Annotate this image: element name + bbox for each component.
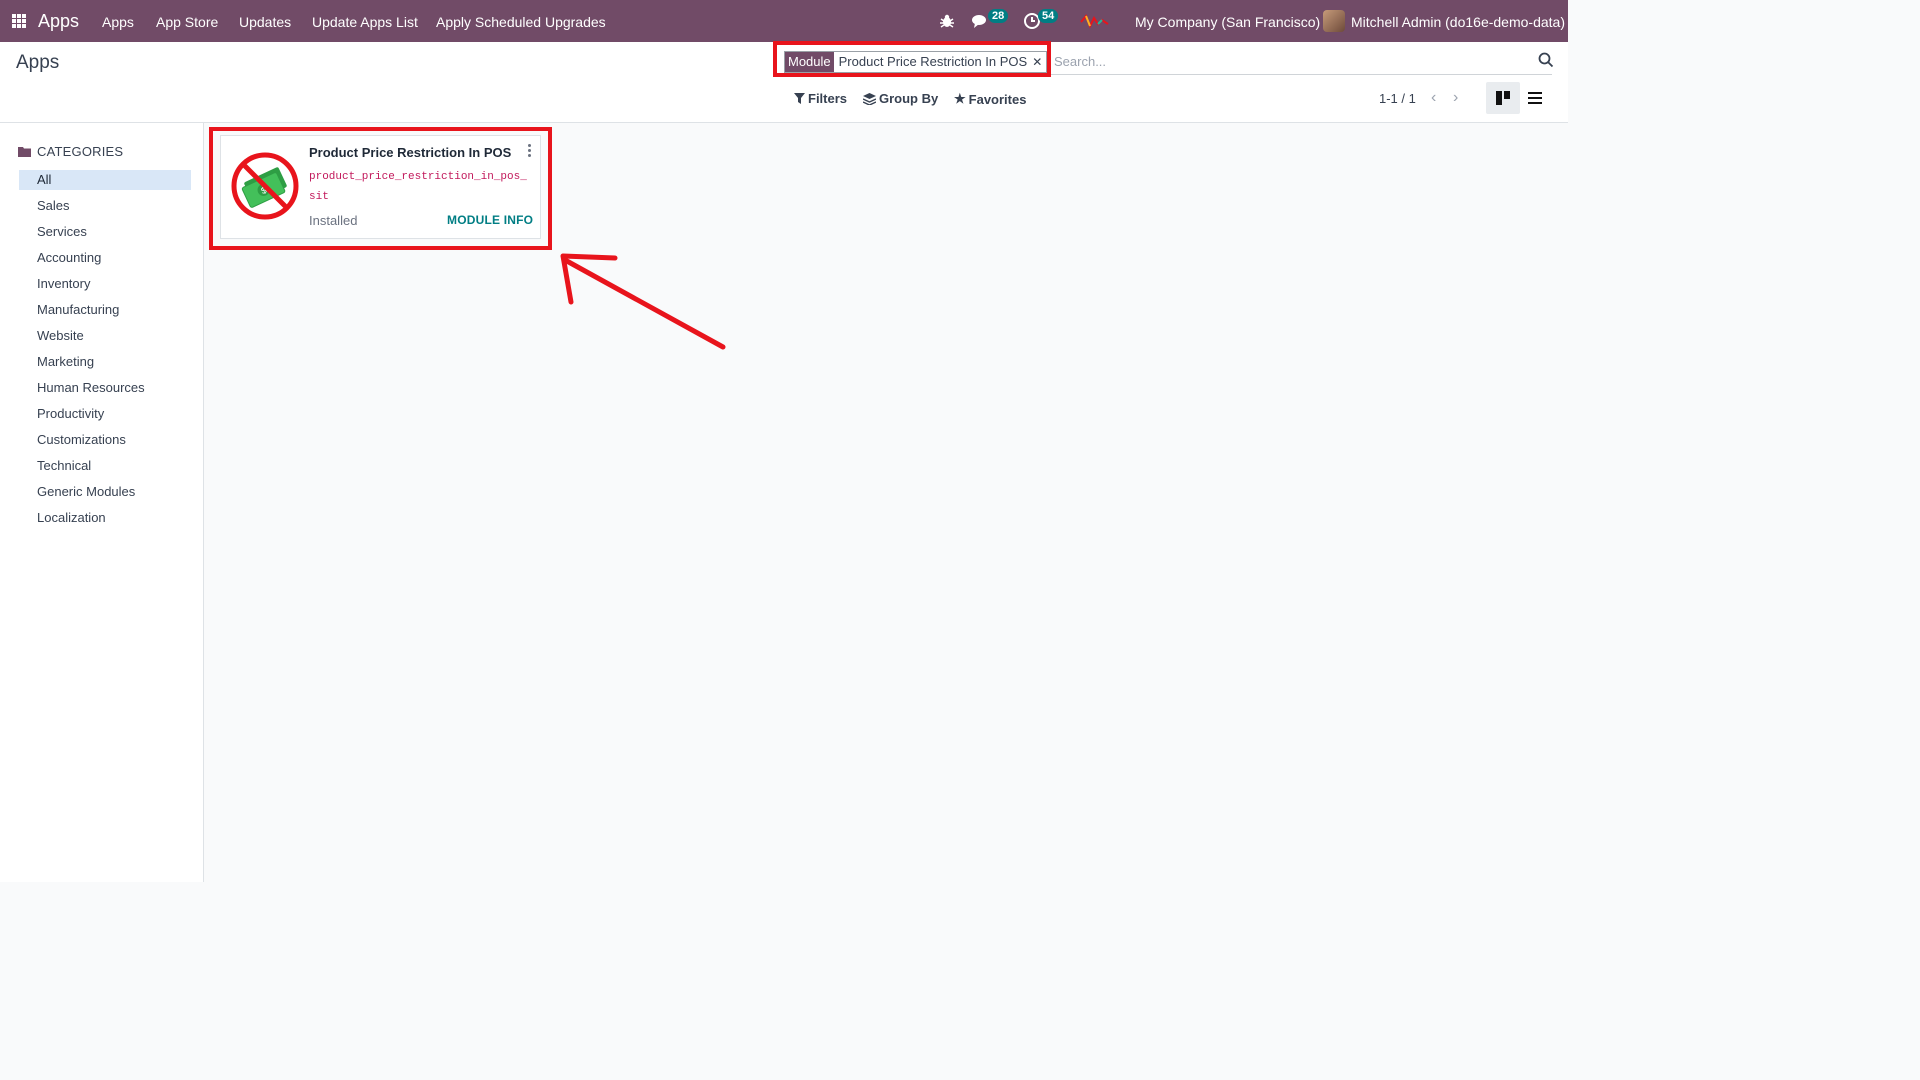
annotation-arrow-icon: [560, 253, 726, 350]
category-inventory[interactable]: Inventory: [19, 274, 191, 294]
category-manufacturing[interactable]: Manufacturing: [19, 300, 191, 320]
category-all[interactable]: All: [19, 170, 191, 190]
company-switcher[interactable]: My Company (San Francisco): [1135, 14, 1320, 30]
page-title: Apps: [16, 52, 60, 73]
category-localization[interactable]: Localization: [19, 508, 191, 528]
group-by-label: Group By: [879, 91, 939, 106]
folder-icon: [18, 147, 31, 157]
bug-icon[interactable]: [938, 12, 956, 30]
category-marketing[interactable]: Marketing: [19, 352, 191, 372]
list-icon: [1528, 92, 1542, 104]
menu-update-apps-list[interactable]: Update Apps List: [312, 14, 418, 30]
category-human-resources[interactable]: Human Resources: [19, 378, 191, 398]
kanban-view-button[interactable]: [1486, 82, 1520, 114]
search-input[interactable]: [1052, 53, 1526, 70]
pager-value[interactable]: 1-1 / 1: [1379, 91, 1416, 106]
filters-label: Filters: [808, 91, 848, 106]
category-sales[interactable]: Sales: [19, 196, 191, 216]
user-avatar[interactable]: [1323, 10, 1345, 32]
list-view-button[interactable]: [1518, 82, 1552, 114]
categories-header: CATEGORIES: [18, 144, 123, 159]
menu-app-store[interactable]: App Store: [156, 14, 218, 30]
app-brand[interactable]: Apps: [38, 11, 79, 32]
activities-badge: 54: [1038, 9, 1059, 23]
favorites-label: Favorites: [968, 91, 1027, 107]
card-highlight-box: [209, 127, 552, 250]
apps-grid-icon[interactable]: [12, 14, 26, 28]
layers-icon: [863, 92, 876, 105]
star-icon: ★: [954, 91, 966, 106]
filters-button[interactable]: Filters: [794, 91, 847, 106]
search-highlight-box: [773, 41, 1051, 77]
menu-updates[interactable]: Updates: [239, 14, 291, 30]
top-navbar: Apps Apps App Store Updates Update Apps …: [0, 0, 1568, 42]
category-customizations[interactable]: Customizations: [19, 430, 191, 450]
messages-badge: 28: [988, 9, 1009, 23]
category-website[interactable]: Website: [19, 326, 191, 346]
pager-previous-icon[interactable]: ‹: [1431, 89, 1436, 107]
menu-apps[interactable]: Apps: [102, 14, 134, 30]
category-technical[interactable]: Technical: [19, 456, 191, 476]
category-accounting[interactable]: Accounting: [19, 248, 191, 268]
filter-icon: [794, 93, 805, 104]
favorites-button[interactable]: ★ Favorites: [954, 91, 1026, 107]
group-by-button[interactable]: Group By: [863, 91, 938, 106]
categories-title: CATEGORIES: [37, 144, 124, 159]
category-services[interactable]: Services: [19, 222, 191, 242]
voip-icon[interactable]: [1080, 12, 1110, 30]
category-generic-modules[interactable]: Generic Modules: [19, 482, 191, 502]
category-productivity[interactable]: Productivity: [19, 404, 191, 424]
kanban-icon: [1496, 91, 1510, 105]
chat-icon[interactable]: [971, 12, 989, 30]
pager-next-icon[interactable]: ›: [1453, 89, 1458, 107]
search-icon[interactable]: [1538, 52, 1554, 68]
menu-apply-scheduled-upgrades[interactable]: Apply Scheduled Upgrades: [436, 14, 606, 30]
categories-sidebar: CATEGORIES All Sales Services Accounting…: [0, 123, 204, 882]
user-menu[interactable]: Mitchell Admin (do16e-demo-data): [1351, 14, 1565, 30]
